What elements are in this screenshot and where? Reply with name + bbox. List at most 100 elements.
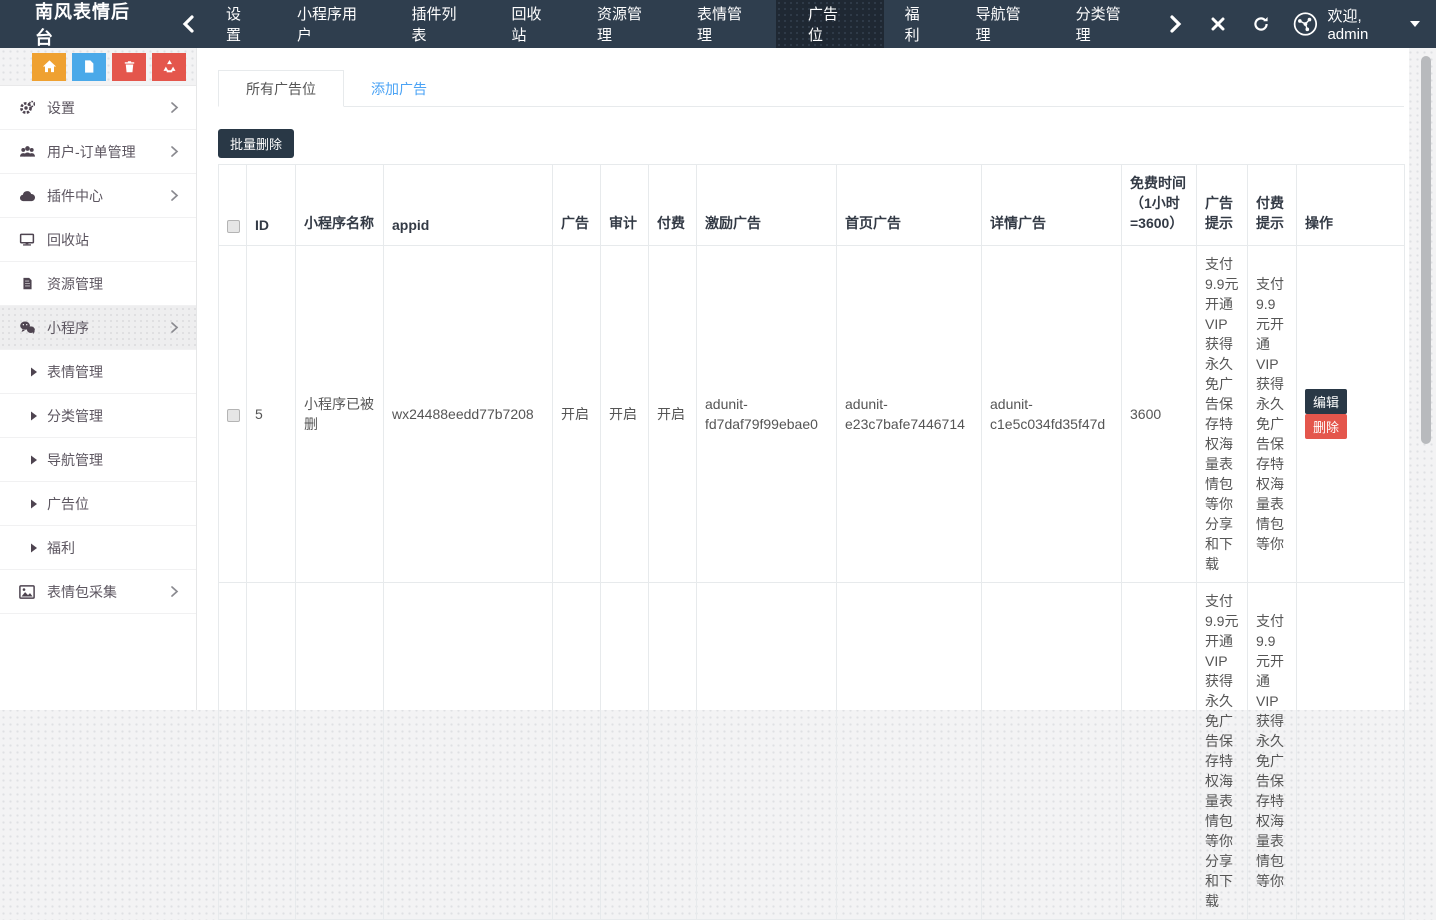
cell-check [219, 246, 247, 583]
nav-scroll-right-button[interactable] [1155, 15, 1197, 33]
sidebar-item-9[interactable]: 广告位 [0, 482, 196, 526]
cell-id: 5 [247, 246, 296, 583]
column-header-paid_tip: 付费提示 [1248, 165, 1297, 246]
chevron-right-icon [169, 321, 180, 334]
refresh-icon [1253, 16, 1269, 32]
top-nav-item-2[interactable]: 插件列表 [390, 0, 490, 48]
sidebar-item-2[interactable]: 插件中心 [0, 174, 196, 218]
chevron-right-icon [169, 101, 180, 114]
cell-paid_tip: 支付9.9元开通VIP获得永久免广告保存特权海量表情包等你 [1248, 246, 1297, 583]
cell-paid: 开启 [649, 246, 697, 583]
sidebar-item-5[interactable]: 小程序 [0, 306, 196, 350]
cell-detail_ad [982, 583, 1122, 920]
caret-right-icon [30, 455, 38, 465]
sidebar-item-1[interactable]: 用户-订单管理 [0, 130, 196, 174]
cell-ad_tip: 支付9.9元开通VIP获得永久免广告保存特权海量表情包等你分享和下载 [1197, 583, 1248, 920]
cell-home_ad [837, 583, 982, 920]
nav-scroll-left-button[interactable] [171, 0, 205, 48]
sidebar-item-0[interactable]: 设置 [0, 86, 196, 130]
refresh-tab-button[interactable] [1239, 16, 1283, 32]
select-all-checkbox[interactable] [227, 220, 240, 233]
cell-paid [649, 583, 697, 920]
vertical-scrollbar[interactable] [1421, 56, 1431, 444]
sidebar-item-3[interactable]: 回收站 [0, 218, 196, 262]
top-nav-item-5[interactable]: 表情管理 [676, 0, 776, 48]
top-nav-item-6[interactable]: 广告位 [776, 0, 884, 48]
column-header-detail_ad: 详情广告 [982, 165, 1122, 246]
top-nav-item-7[interactable]: 福利 [884, 0, 955, 48]
sidebar-item-label: 用户-订单管理 [47, 142, 169, 162]
avatar [1293, 11, 1318, 37]
trash-toolbar-button[interactable] [112, 53, 146, 81]
cell-appid: wx24488eedd77b7208 [384, 246, 553, 583]
sidebar-item-10[interactable]: 福利 [0, 526, 196, 570]
sidebar-item-label: 表情包采集 [47, 582, 169, 602]
column-header-actions: 操作 [1297, 165, 1405, 246]
cell-free_time [1122, 583, 1197, 920]
sidebar-item-7[interactable]: 分类管理 [0, 394, 196, 438]
top-nav-item-9[interactable]: 分类管理 [1055, 0, 1155, 48]
cell-paid_tip: 支付9.9元开通VIP获得永久免广告保存特权海量表情包等你 [1248, 583, 1297, 920]
top-nav-item-8[interactable]: 导航管理 [955, 0, 1055, 48]
caret-down-icon [1410, 21, 1420, 27]
users-icon [18, 144, 36, 159]
cell-name [296, 583, 384, 920]
cell-audit [601, 583, 649, 920]
cell-ad_tip: 支付9.9元开通VIP获得永久免广告保存特权海量表情包等你分享和下载 [1197, 246, 1248, 583]
recycle-toolbar-button[interactable] [152, 53, 186, 81]
close-tab-button[interactable] [1197, 17, 1239, 31]
table-row: 支付9.9元开通VIP获得永久免广告保存特权海量表情包等你分享和下载支付9.9元… [219, 583, 1405, 920]
cell-audit: 开启 [601, 246, 649, 583]
chevron-left-icon [181, 15, 195, 33]
cell-actions: 编辑删除 [1297, 246, 1405, 583]
doc-icon [18, 276, 36, 291]
cell-id [247, 583, 296, 920]
sidebar-item-label: 插件中心 [47, 186, 169, 206]
sidebar-item-8[interactable]: 导航管理 [0, 438, 196, 482]
cell-home_ad: adunit-e23c7bafe7446714 [837, 246, 982, 583]
wechat-icon [18, 320, 36, 335]
sidebar-item-label: 福利 [47, 538, 180, 558]
column-header-reward_ad: 激励广告 [697, 165, 837, 246]
edit-button[interactable]: 编辑 [1305, 389, 1347, 414]
top-nav-item-4[interactable]: 资源管理 [576, 0, 676, 48]
gear-icon [18, 100, 36, 116]
file-icon [82, 59, 96, 74]
top-nav-item-3[interactable]: 回收站 [491, 0, 577, 48]
sidebar-item-label: 资源管理 [47, 274, 180, 294]
sidebar-item-4[interactable]: 资源管理 [0, 262, 196, 306]
tab-bar: 所有广告位添加广告 [218, 70, 1404, 107]
chevron-right-icon [1169, 15, 1183, 33]
caret-right-icon [30, 499, 38, 509]
top-navbar: 南风表情后台 设置小程序用户插件列表回收站资源管理表情管理广告位福利导航管理分类… [0, 0, 1436, 48]
home-icon [42, 59, 57, 74]
sidebar-item-label: 分类管理 [47, 406, 180, 426]
column-header-free_time: 免费时间 （1小时 =3600） [1122, 165, 1197, 246]
recycle-icon [162, 59, 177, 74]
welcome-text: 欢迎, admin [1327, 5, 1403, 43]
top-nav-item-0[interactable]: 设置 [205, 0, 276, 48]
tab-1[interactable]: 添加广告 [344, 70, 454, 107]
bulk-delete-button[interactable]: 批量删除 [218, 129, 294, 158]
user-menu[interactable]: 欢迎, admin [1293, 5, 1420, 43]
trash-icon [123, 59, 136, 74]
top-nav-item-1[interactable]: 小程序用户 [276, 0, 391, 48]
row-checkbox[interactable] [227, 409, 240, 422]
home-toolbar-button[interactable] [32, 53, 66, 81]
sidebar: 设置用户-订单管理插件中心回收站资源管理小程序表情管理分类管理导航管理广告位福利… [0, 48, 197, 710]
tab-0[interactable]: 所有广告位 [218, 70, 344, 107]
column-header-check [219, 165, 247, 246]
column-header-home_ad: 首页广告 [837, 165, 982, 246]
delete-button[interactable]: 删除 [1305, 414, 1347, 439]
cell-detail_ad: adunit-c1e5c034fd35f47d [982, 246, 1122, 583]
cell-reward_ad [697, 583, 837, 920]
sidebar-item-label: 广告位 [47, 494, 180, 514]
cell-check [219, 583, 247, 920]
sidebar-item-label: 回收站 [47, 230, 180, 250]
sidebar-item-11[interactable]: 表情包采集 [0, 570, 196, 614]
main-content: 所有广告位添加广告 批量删除 ID小程序名称appid广告审计付费激励广告首页广… [197, 48, 1409, 710]
sidebar-item-6[interactable]: 表情管理 [0, 350, 196, 394]
cell-reward_ad: adunit-fd7daf79f99ebae0 [697, 246, 837, 583]
cell-actions [1297, 583, 1405, 920]
file-toolbar-button[interactable] [72, 53, 106, 81]
